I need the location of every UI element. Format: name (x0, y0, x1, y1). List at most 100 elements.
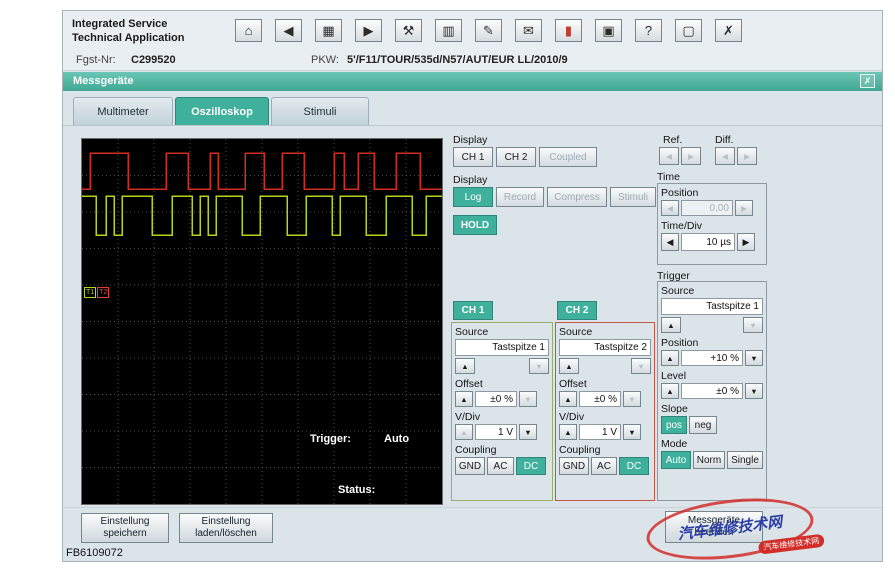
ch2-dc-button[interactable]: DC (619, 457, 649, 475)
trigger-source-label: Source (661, 285, 695, 297)
record-button[interactable]: Record (496, 187, 544, 207)
home-button[interactable]: ⌂ (235, 19, 262, 42)
ch1-vdiv-down-button[interactable]: ▼ (519, 424, 537, 440)
toolbar: ⌂ ◀ ▦ ▶ ⚒ ▥ ✎ ✉ ▮ ▣ ? ▢ ✗ (235, 19, 742, 42)
ch2-ac-button[interactable]: AC (591, 457, 617, 475)
scope-trigger-value: Auto (384, 433, 410, 445)
ch1-source-spinner: ▲ ▼ (455, 358, 549, 374)
ch2-offset-row: ▲ ±0 % ▼ (559, 391, 651, 407)
slope-pos-button[interactable]: pos (661, 416, 687, 434)
hold-button[interactable]: HOLD (453, 215, 497, 235)
display-channel-row: CH 1 CH 2 Coupled (453, 147, 597, 167)
compress-button[interactable]: Compress (547, 187, 607, 207)
fgst-value: C299520 (131, 54, 176, 66)
ch1-offset-up-button[interactable]: ▲ (455, 391, 473, 407)
ch2-gnd-button[interactable]: GND (559, 457, 589, 475)
service-tools-button[interactable]: ⚒ (395, 19, 422, 42)
ch1-gnd-button[interactable]: GND (455, 457, 485, 475)
scope-markers: T1 T2 (84, 281, 110, 299)
app-window: Integrated Service Technical Application… (62, 10, 883, 562)
ch1-source-value: Tastspitze 1 (455, 339, 549, 356)
page-title: Messgeräte (73, 75, 134, 87)
timediv-left-button[interactable]: ◀ (661, 233, 679, 251)
ch1-ac-button[interactable]: AC (487, 457, 514, 475)
stimuli-button[interactable]: Stimuli (610, 187, 656, 207)
ch1-offset-value: ±0 % (475, 391, 517, 407)
tab-oszilloskop[interactable]: Oszilloskop (175, 97, 269, 125)
measurement-button[interactable]: ▥ (435, 19, 462, 42)
ch2-source-label: Source (559, 326, 593, 338)
back-button[interactable]: ◀ (275, 19, 302, 42)
pkw-label: PKW: (311, 54, 339, 66)
display-ch1-button[interactable]: CH 1 (453, 147, 493, 167)
trigger-position-down-button[interactable]: ▼ (745, 350, 763, 366)
trigger-source-down-button[interactable]: ▼ (743, 317, 763, 333)
timediv-right-button[interactable]: ▶ (737, 233, 755, 251)
trigger-position-up-button[interactable]: ▲ (661, 350, 679, 366)
close-icon: ✗ (723, 22, 734, 38)
ch1-panel: Source Tastspitze 1 ▲ ▼ Offset ▲ ±0 % ▼ … (451, 322, 553, 501)
diff-prev-button[interactable]: ◀ (715, 147, 735, 165)
trigger-panel: Source Tastspitze 1 ▲ ▼ Position ▲ +10 %… (657, 281, 767, 501)
ref-prev-button[interactable]: ◀ (659, 147, 679, 165)
refdiff-spacer (703, 147, 713, 165)
ch1-source-down-button[interactable]: ▼ (529, 358, 549, 374)
ch1-source-label: Source (455, 326, 489, 338)
ch2-offset-value: ±0 % (579, 391, 621, 407)
app-close-button[interactable]: ✗ (715, 19, 742, 42)
time-position-right-button[interactable]: ▶ (735, 200, 753, 216)
capture-button[interactable]: ▦ (315, 19, 342, 42)
ch1-vdiv-up-button[interactable]: ▲ (455, 424, 473, 440)
messgeraete-titlebar: Messgeräte ✗ (63, 72, 882, 91)
back-icon: ◀ (283, 22, 294, 38)
diff-label: Diff. (715, 134, 734, 146)
ch2-panel: Source Tastspitze 2 ▲ ▼ Offset ▲ ±0 % ▼ … (555, 322, 655, 501)
ref-next-button[interactable]: ▶ (681, 147, 701, 165)
timediv-value: 10 µs (681, 233, 735, 251)
window-button[interactable]: ▢ (675, 19, 702, 42)
panel-close-button[interactable]: ✗ (860, 74, 875, 88)
ch1-dc-button[interactable]: DC (516, 457, 546, 475)
trigger-level-down-button[interactable]: ▼ (745, 383, 763, 399)
tab-multimeter[interactable]: Multimeter (73, 97, 173, 125)
ch2-source-up-button[interactable]: ▲ (559, 358, 579, 374)
display-section-label-1: Display (453, 134, 488, 146)
ch1-source-up-button[interactable]: ▲ (455, 358, 475, 374)
trigger-level-up-button[interactable]: ▲ (661, 383, 679, 399)
diff-next-button[interactable]: ▶ (737, 147, 757, 165)
trigger-source-value: Tastspitze 1 (661, 298, 763, 315)
print-button[interactable]: ▣ (595, 19, 622, 42)
ch2-source-down-button[interactable]: ▼ (631, 358, 651, 374)
display-ch2-button[interactable]: CH 2 (496, 147, 536, 167)
load-settings-button[interactable]: Einstellung laden/löschen (179, 513, 273, 543)
display-coupled-button[interactable]: Coupled (539, 147, 597, 167)
forward-button[interactable]: ▶ (355, 19, 382, 42)
time-position-left-button[interactable]: ◀ (661, 200, 679, 216)
trigger-mode-label: Mode (661, 438, 688, 450)
trigger-source-up-button[interactable]: ▲ (661, 317, 681, 333)
tab-stimuli[interactable]: Stimuli (271, 97, 369, 125)
save-settings-button[interactable]: Einstellung speichern (81, 513, 169, 543)
mode-auto-button[interactable]: Auto (661, 451, 691, 469)
mode-single-button[interactable]: Single (727, 451, 763, 469)
scope-trigger-label: Trigger: (310, 433, 351, 445)
ch2-vdiv-down-button[interactable]: ▼ (623, 424, 641, 440)
mode-norm-button[interactable]: Norm (693, 451, 725, 469)
edit-button[interactable]: ✎ (475, 19, 502, 42)
ch2-offset-up-button[interactable]: ▲ (559, 391, 577, 407)
log-button[interactable]: Log (453, 187, 493, 207)
pencil-icon: ✎ (483, 22, 494, 38)
mail-button[interactable]: ✉ (515, 19, 542, 42)
ch1-header-button[interactable]: CH 1 (453, 301, 493, 320)
charger-icon: ▮ (564, 22, 573, 38)
fgst-label: Fgst-Nr: (76, 54, 116, 66)
help-button[interactable]: ? (635, 19, 662, 42)
marker-t1: T1 (84, 287, 97, 298)
ch1-coupling-row: GND AC DC (455, 457, 549, 475)
ch2-offset-down-button[interactable]: ▼ (623, 391, 641, 407)
ch1-offset-down-button[interactable]: ▼ (519, 391, 537, 407)
slope-neg-button[interactable]: neg (689, 416, 717, 434)
ch2-vdiv-up-button[interactable]: ▲ (559, 424, 577, 440)
ch2-header-button[interactable]: CH 2 (557, 301, 597, 320)
charger-button[interactable]: ▮ (555, 19, 582, 42)
